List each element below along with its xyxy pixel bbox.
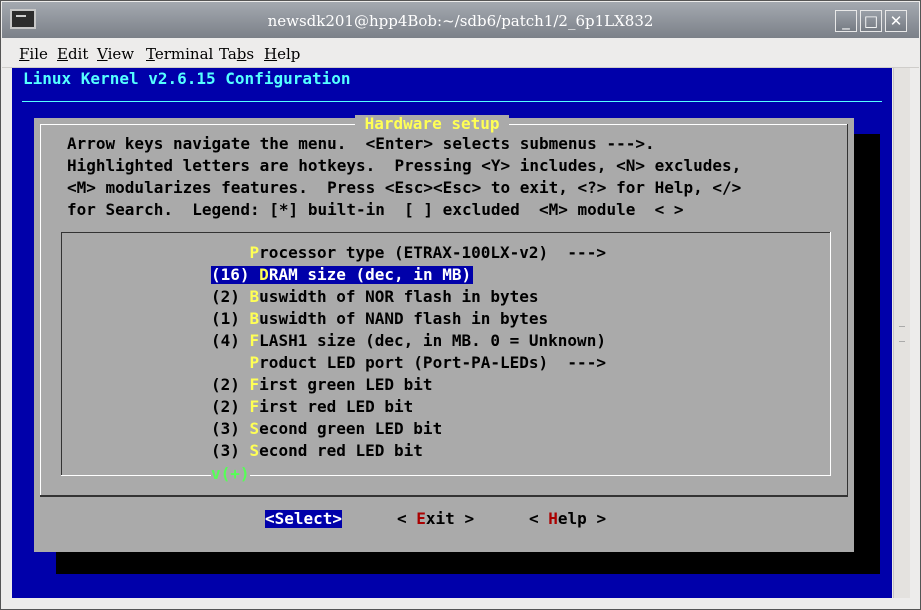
menu-item-dram-size[interactable]: (16) DRAM size (dec, in MB) <box>211 266 474 284</box>
dialog-border-right <box>847 124 848 496</box>
terminal-scrollbar[interactable] <box>893 68 910 598</box>
list-border-left <box>61 232 62 476</box>
minimize-button[interactable]: _ <box>835 10 857 32</box>
maximize-button[interactable]: □ <box>860 10 882 32</box>
config-heading: Linux Kernel v2.6.15 Configuration <box>23 69 351 88</box>
list-border-bottom <box>61 475 831 476</box>
help-line-3: <M> modularizes features. Press <Esc><Es… <box>67 178 742 197</box>
menu-item-second-red-led[interactable]: (3) Second red LED bit <box>211 442 423 460</box>
menu-item-nand-buswidth[interactable]: (1) Buswidth of NAND flash in bytes <box>211 310 548 328</box>
menu-tabs[interactable]: Tabs <box>219 45 254 63</box>
menu-help[interactable]: Help <box>264 45 300 63</box>
menu-item-second-green-led[interactable]: (3) Second green LED bit <box>211 420 442 438</box>
menu-file[interactable]: File <box>19 45 48 63</box>
window-title: newsdk201@hpp4Bob:~/sdb6/patch1/2_6p1LX8… <box>267 12 654 30</box>
menu-item-flash1-size[interactable]: (4) FLASH1 size (dec, in MB. 0 = Unknown… <box>211 332 606 350</box>
menu-edit[interactable]: Edit <box>57 45 88 63</box>
help-line-2: Highlighted letters are hotkeys. Pressin… <box>67 156 742 175</box>
button-separator <box>40 496 848 497</box>
help-line-4: for Search. Legend: [*] built-in [ ] exc… <box>67 200 684 219</box>
select-button[interactable]: <Select> <box>265 510 343 528</box>
terminal-area[interactable]: Linux Kernel v2.6.15 Configuration Hardw… <box>12 68 892 598</box>
menu-item-first-red-led[interactable]: (2) First red LED bit <box>211 398 413 416</box>
menu-item-led-port[interactable]: Product LED port (Port-PA-LEDs) ---> <box>211 354 606 372</box>
scrollbar-grip[interactable] <box>899 326 905 342</box>
help-line-1: Arrow keys navigate the menu. <Enter> se… <box>67 134 655 153</box>
menu-bar: File Edit View Terminal Tabs Help <box>2 39 919 68</box>
list-border-right <box>830 232 831 476</box>
list-border-top <box>61 232 831 233</box>
hardware-setup-dialog: Hardware setup Arrow keys navigate the m… <box>34 114 854 552</box>
menu-item-processor-type[interactable]: Processor type (ETRAX-100LX-v2) ---> <box>211 244 606 262</box>
scroll-more-indicator: v(+) <box>211 464 250 483</box>
heading-separator <box>22 101 882 102</box>
dialog-border-left <box>40 124 41 496</box>
exit-button[interactable]: < Exit > <box>397 510 474 528</box>
close-button[interactable]: ✕ <box>885 10 907 32</box>
help-button[interactable]: < Help > <box>529 510 606 528</box>
menu-item-nor-buswidth[interactable]: (2) Buswidth of NOR flash in bytes <box>211 288 539 306</box>
title-bar[interactable]: newsdk201@hpp4Bob:~/sdb6/patch1/2_6p1LX8… <box>2 2 919 38</box>
menu-view[interactable]: View <box>97 45 134 63</box>
terminal-window: newsdk201@hpp4Bob:~/sdb6/patch1/2_6p1LX8… <box>0 0 921 610</box>
dialog-title: Hardware setup <box>355 114 510 133</box>
menu-item-first-green-led[interactable]: (2) First green LED bit <box>211 376 433 394</box>
menu-terminal[interactable]: Terminal <box>146 45 213 63</box>
